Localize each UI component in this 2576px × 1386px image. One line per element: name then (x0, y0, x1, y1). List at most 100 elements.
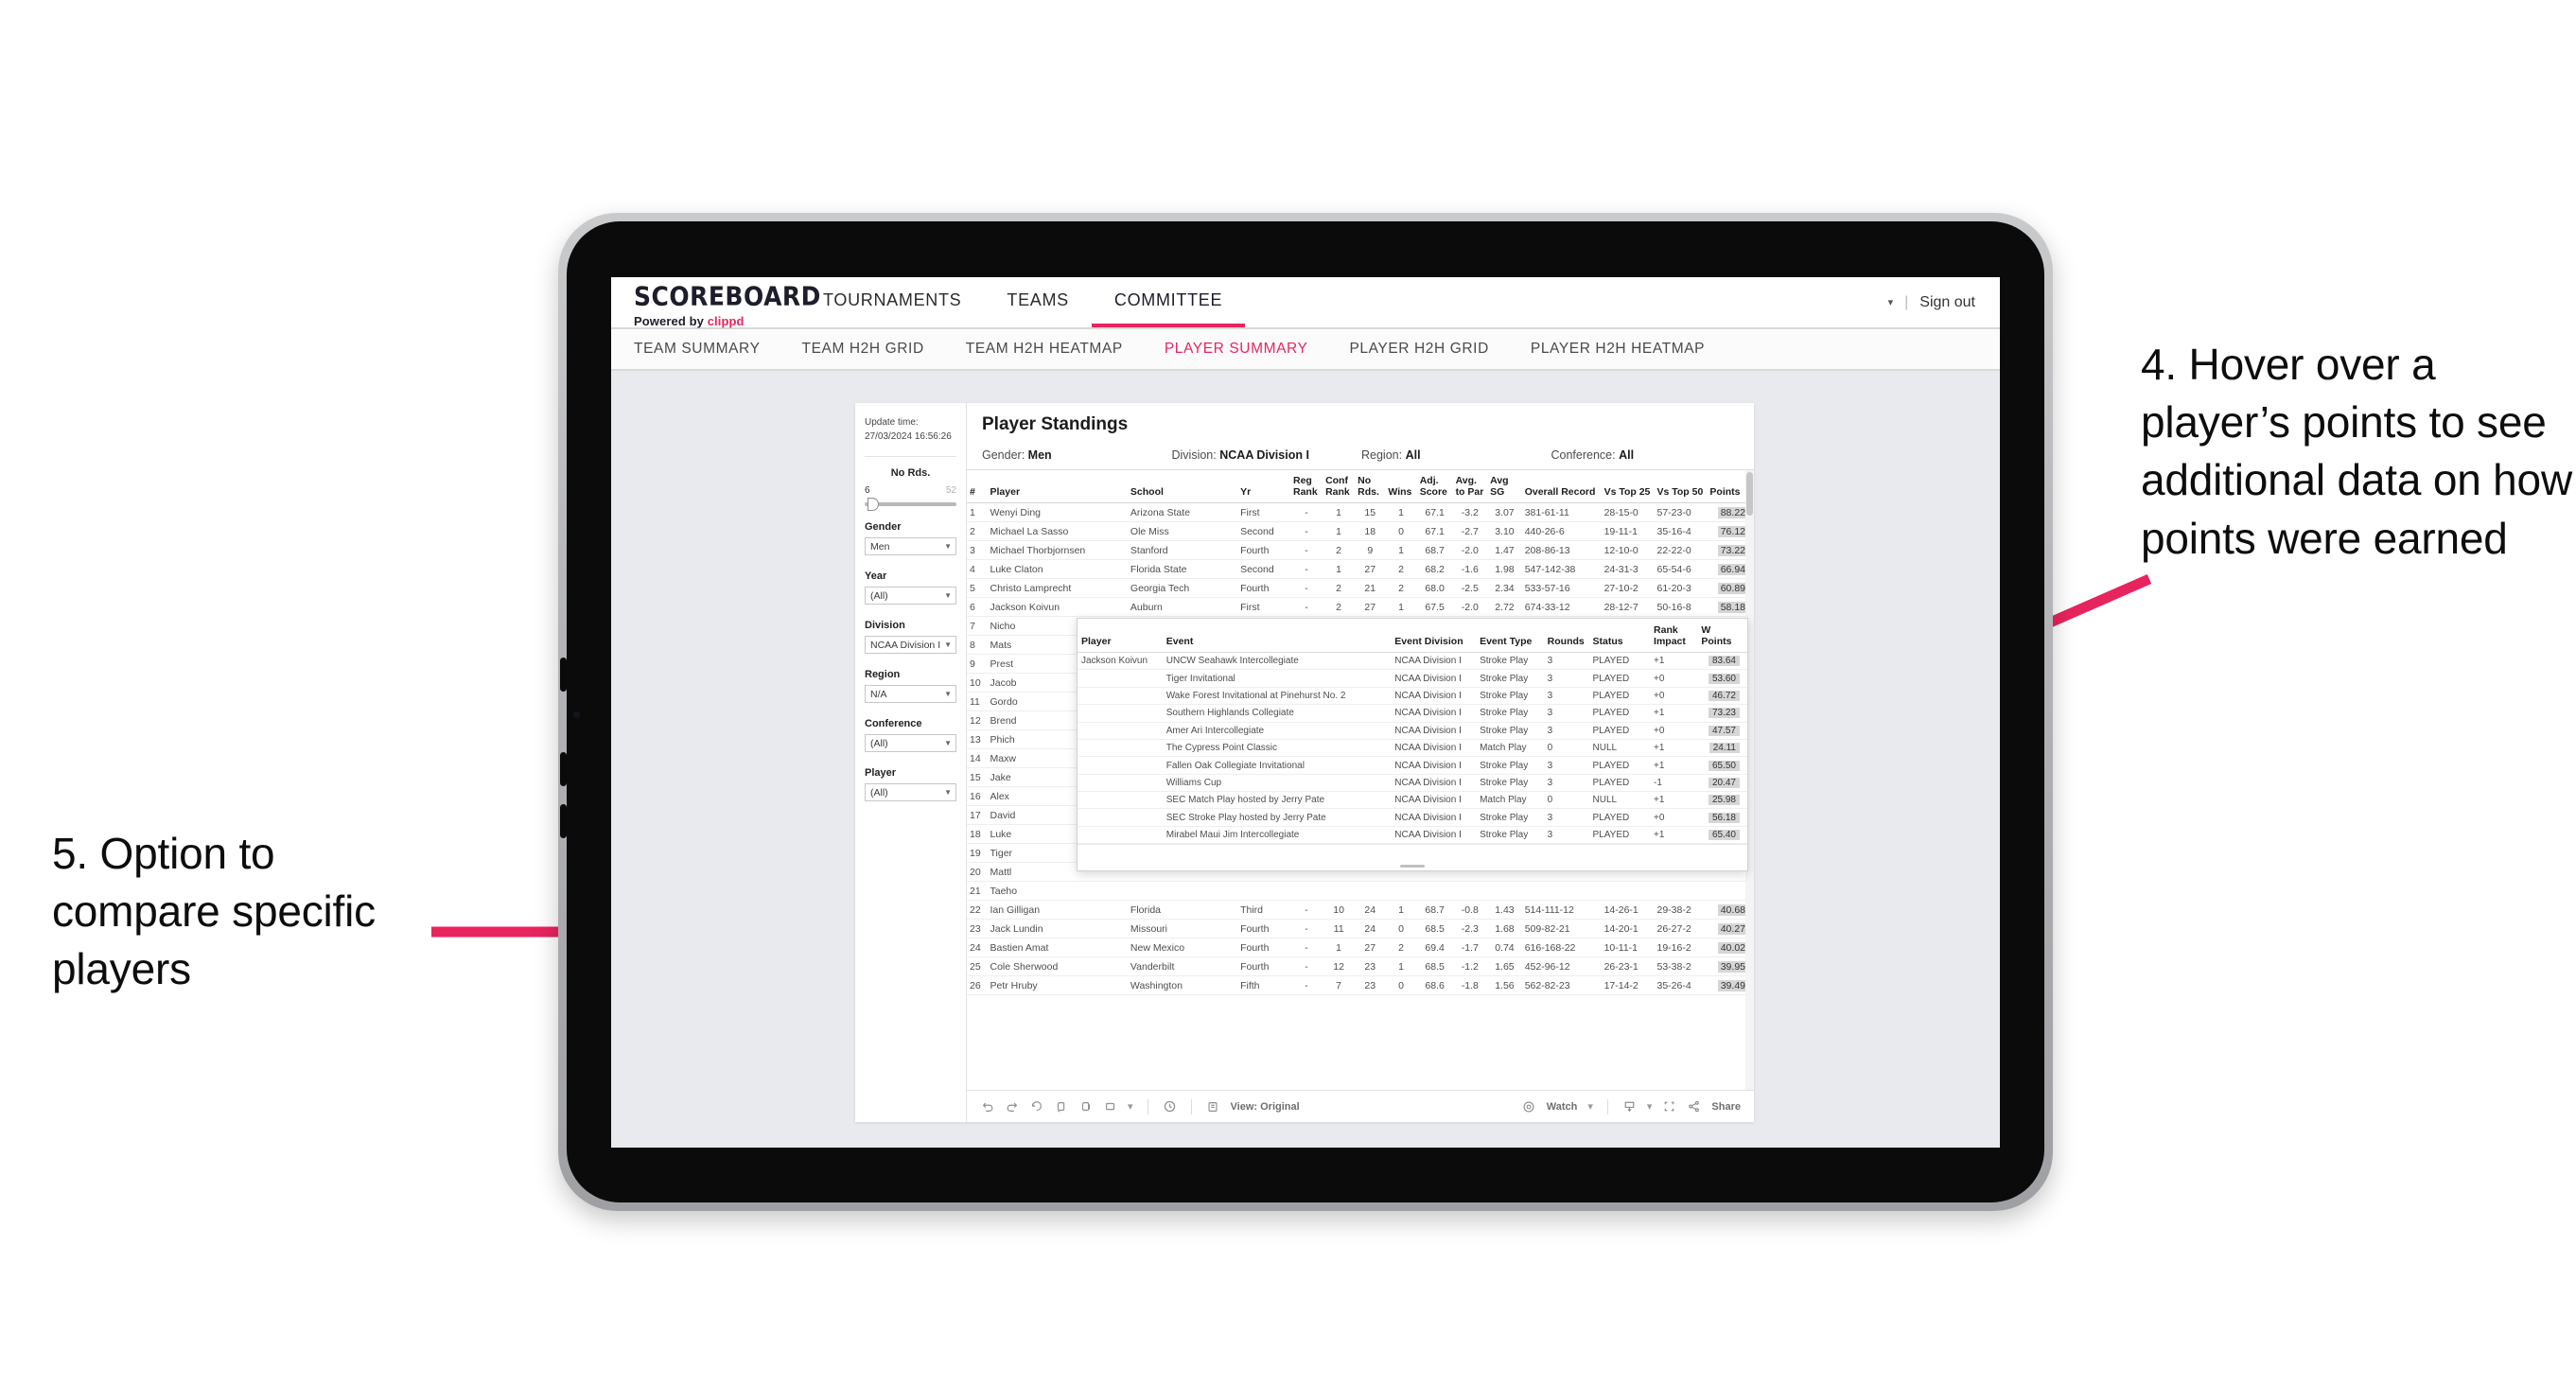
points-value[interactable]: 88.22 (1717, 506, 1748, 518)
undo-icon[interactable] (980, 1099, 994, 1114)
points-value[interactable]: 40.27 (1717, 922, 1748, 935)
tooltip-w-points-value: 83.64 (1708, 656, 1740, 667)
device-preview-icon[interactable] (1103, 1099, 1117, 1114)
points-value[interactable]: 76.12 (1717, 525, 1748, 537)
points-value[interactable]: 73.22 (1717, 544, 1748, 556)
vs-top-50-cell: 65-54-6 (1654, 559, 1708, 580)
no-rounds-track[interactable] (865, 498, 956, 511)
col-adj-score[interactable]: Adj. Score (1416, 470, 1453, 504)
table-row[interactable]: 26 Petr Hruby Washington Fifth -7 23 0 68.6 -1.8… (967, 975, 1754, 996)
rank-cell: 17 (967, 805, 988, 826)
subnav-player-h2h-heatmap[interactable]: PLAYER H2H HEATMAP (1531, 341, 1705, 358)
no-rounds-slider[interactable]: No Rds. 6 52 (865, 467, 956, 511)
tooltip-player-cell (1078, 739, 1163, 758)
filter-year-select[interactable]: (All) ▼ (865, 587, 956, 605)
power-button[interactable] (560, 804, 567, 838)
revert-icon[interactable] (1029, 1099, 1043, 1114)
nav-teams[interactable]: TEAMS (984, 277, 1092, 327)
nav-tournaments[interactable]: TOURNAMENTS (800, 277, 984, 327)
yr-cell: Fourth (1237, 578, 1290, 599)
user-menu-caret-icon[interactable]: ▾ (1888, 296, 1894, 308)
table-row[interactable]: 3 Michael Thorbjornsen Stanford Fourth -2 9 1 6… (967, 540, 1754, 561)
table-row[interactable]: 23 Jack Lundin Missouri Fourth -11 24 0 68.5 -2.… (967, 919, 1754, 939)
col-no-rds[interactable]: No Rds. (1355, 470, 1386, 504)
col-avg-to-par[interactable]: Avg. to Par (1452, 470, 1488, 504)
tooltip-event-cell: UNCW Seahawk Intercollegiate (1162, 652, 1392, 671)
filter-region-select[interactable]: N/A ▼ (865, 685, 956, 703)
no-rds-cell: 27 (1355, 938, 1386, 958)
points-value[interactable]: 39.49 (1717, 979, 1748, 991)
no-rds-cell: 27 (1355, 597, 1386, 618)
view-label[interactable]: View: Original (1231, 1101, 1300, 1113)
refresh-icon[interactable] (1054, 1099, 1068, 1114)
col-reg-rank[interactable]: Reg Rank (1290, 470, 1323, 504)
pause-updates-icon[interactable] (1078, 1099, 1093, 1114)
subnav-player-summary[interactable]: PLAYER SUMMARY (1165, 341, 1308, 358)
col-yr[interactable]: Yr (1237, 470, 1290, 504)
device-preview-caret-icon[interactable]: ▾ (1128, 1100, 1133, 1113)
points-value[interactable]: 40.02 (1717, 941, 1748, 954)
table-row[interactable]: 1 Wenyi Ding Arizona State First -1 15 1 67.1 -3… (967, 502, 1754, 523)
filter-player: Player (All) ▼ (865, 767, 956, 801)
sign-out-link[interactable]: Sign out (1919, 294, 1975, 311)
no-rounds-handle[interactable] (867, 498, 879, 511)
col-wins[interactable]: Wins (1385, 470, 1417, 504)
points-value[interactable]: 39.95 (1717, 960, 1748, 973)
standings-scroll-area[interactable]: # Player School Yr Reg Rank Conf Rank No… (967, 469, 1754, 1090)
watch-caret-icon[interactable]: ▾ (1587, 1100, 1593, 1113)
watch-label[interactable]: Watch (1547, 1101, 1578, 1113)
avg-sg-cell: 3.07 (1487, 502, 1522, 523)
view-icon[interactable] (1206, 1099, 1220, 1114)
share-label[interactable]: Share (1711, 1101, 1741, 1113)
table-row[interactable]: 21 Taeho (967, 881, 1754, 902)
standings-scrollbar-thumb[interactable] (1746, 472, 1753, 516)
redo-icon[interactable] (1005, 1099, 1019, 1114)
points-value[interactable]: 66.94 (1717, 563, 1748, 575)
table-row[interactable]: 4 Luke Claton Florida State Second -1 27 2 68.2… (967, 559, 1754, 580)
points-value[interactable]: 60.89 (1717, 582, 1748, 594)
table-row[interactable]: 2 Michael La Sasso Ole Miss Second -1 18 0 67.1… (967, 521, 1754, 542)
watch-icon[interactable] (1522, 1099, 1536, 1114)
filter-division-label: Division (865, 620, 905, 631)
history-icon[interactable] (1163, 1099, 1177, 1114)
vs-top-25-cell: 28-15-0 (1601, 502, 1655, 523)
brand-logo[interactable]: SCOREBOARD Powered by clippd (611, 277, 820, 328)
tooltip-event-cell: SEC Stroke Play hosted by Jerry Pate (1162, 808, 1392, 827)
subnav-player-h2h-grid[interactable]: PLAYER H2H GRID (1349, 341, 1488, 358)
col-vs-top-50[interactable]: Vs Top 50 (1654, 470, 1708, 504)
download-icon[interactable] (1622, 1099, 1637, 1114)
volume-down-button[interactable] (560, 752, 567, 786)
overall-record-cell: 509-82-21 (1521, 919, 1602, 939)
tooltip-resize-handle[interactable] (1400, 865, 1425, 868)
table-row[interactable]: 25 Cole Sherwood Vanderbilt Fourth -12 23 1 68.… (967, 956, 1754, 977)
table-row[interactable]: 24 Bastien Amat New Mexico Fourth -1 27 2 69.4-… (967, 938, 1754, 958)
points-value[interactable]: 40.68 (1717, 904, 1748, 916)
volume-up-button[interactable] (560, 658, 567, 692)
col-player[interactable]: Player (987, 470, 1128, 504)
share-icon[interactable] (1687, 1099, 1701, 1114)
col-avg-sg[interactable]: Avg SG (1487, 470, 1522, 504)
col-overall-rec[interactable]: Overall Record (1521, 470, 1602, 504)
table-row[interactable]: 6 Jackson Koivun Auburn First -2 27 1 67.5 -2.0 2… (967, 597, 1754, 618)
table-row[interactable]: 22 Ian Gilligan Florida Third -10 24 1 68.7 -0.8… (967, 900, 1754, 921)
col-vs-top-25[interactable]: Vs Top 25 (1601, 470, 1655, 504)
table-row[interactable]: 5 Christo Lamprecht Georgia Tech Fourth -2 21… (967, 578, 1754, 599)
filter-division-select[interactable]: NCAA Division I ▼ (865, 636, 956, 654)
subnav-team-h2h-grid[interactable]: TEAM H2H GRID (802, 341, 924, 358)
filter-player-select[interactable]: (All) ▼ (865, 783, 956, 801)
summary-region-value: All (1405, 448, 1421, 462)
col-rank[interactable]: # (967, 470, 988, 504)
nav-committee[interactable]: COMMITTEE (1091, 277, 1246, 327)
filter-conference-select[interactable]: (All) ▼ (865, 734, 956, 752)
subnav-team-summary[interactable]: TEAM SUMMARY (634, 341, 761, 358)
filter-gender-select[interactable]: Men ▼ (865, 537, 956, 555)
fullscreen-icon[interactable] (1662, 1099, 1676, 1114)
player-cell: Wenyi Ding (987, 502, 1128, 523)
points-value[interactable]: 58.18 (1717, 601, 1748, 613)
col-school[interactable]: School (1127, 470, 1238, 504)
download-caret-icon[interactable]: ▾ (1647, 1100, 1653, 1113)
tooltip-player-cell (1078, 687, 1163, 706)
reg-rank-cell: - (1290, 540, 1323, 561)
col-conf-rank[interactable]: Conf Rank (1323, 470, 1356, 504)
subnav-team-h2h-heatmap[interactable]: TEAM H2H HEATMAP (966, 341, 1123, 358)
